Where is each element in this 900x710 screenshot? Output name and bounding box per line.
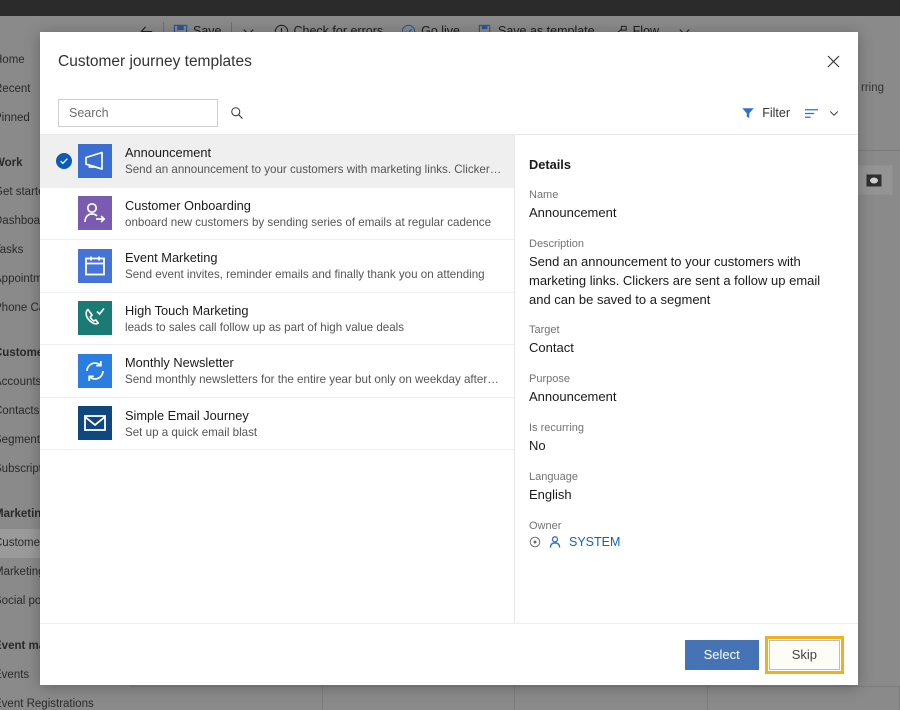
detail-field-label: Language <box>529 470 578 483</box>
detail-field: Language English <box>529 471 832 505</box>
filter-label: Filter <box>762 106 790 120</box>
template-description: leads to sales call follow up as part of… <box>125 320 405 334</box>
customer-journey-templates-dialog: Customer journey templates Filter <box>40 32 858 685</box>
detail-field-label: Is recurring <box>529 422 585 435</box>
sidebar-item-event-registrations[interactable]: Event Registrations <box>0 690 130 710</box>
template-description: Send an announcement to your customers w… <box>125 163 502 177</box>
template-description: onboard new customers by sending series … <box>125 215 492 229</box>
dialog-body: Announcement Send an announcement to your… <box>40 134 858 623</box>
template-list-item[interactable]: Event Marketing Send event invites, remin… <box>40 240 514 293</box>
close-button[interactable] <box>814 42 852 80</box>
template-text: Simple Email Journey Set up a quick email… <box>125 408 514 439</box>
sort-button[interactable] <box>804 107 840 120</box>
detail-field-value: Announcement <box>529 205 617 220</box>
detail-field-label: Description <box>529 237 585 250</box>
detail-field: Target Contact <box>529 324 832 358</box>
template-list-item[interactable]: Monthly Newsletter Send monthly newslette… <box>40 345 514 398</box>
template-description: Send monthly newsletters for the entire … <box>125 373 502 387</box>
owner-value[interactable]: SYSTEM <box>529 535 832 549</box>
select-button[interactable]: Select <box>684 639 759 670</box>
detail-field-value: Send an announcement to your customers w… <box>529 253 821 307</box>
search-icon[interactable] <box>230 106 244 120</box>
dialog-footer: Select Skip <box>40 623 858 685</box>
canvas-tile-icon <box>855 165 893 195</box>
status-cell <box>708 687 900 710</box>
checkmark-circle-icon <box>56 152 72 169</box>
close-icon <box>827 55 839 67</box>
status-cell <box>515 687 708 710</box>
template-list-item[interactable]: Simple Email Journey Set up a quick email… <box>40 398 514 450</box>
template-icon-wrapper <box>78 301 112 336</box>
chevron-down-icon <box>829 111 839 116</box>
owner-name-link[interactable]: SYSTEM <box>569 535 620 549</box>
detail-field-value: Contact <box>529 340 574 356</box>
refresh-cycle-icon <box>78 353 112 388</box>
owner-label: Owner <box>529 519 562 532</box>
template-icon-wrapper <box>78 248 112 283</box>
status-cell <box>323 687 515 710</box>
template-select-checkbox[interactable] <box>50 152 78 169</box>
template-list-item[interactable]: Announcement Send an announcement to your… <box>40 135 514 188</box>
detail-field-value: No <box>529 438 546 454</box>
owner-field: Owner SYSTEM <box>529 520 832 549</box>
detail-field-value: English <box>529 486 572 502</box>
detail-field-label: Target <box>529 324 560 337</box>
template-name: Announcement <box>125 145 212 161</box>
template-description: Send event invites, reminder emails and … <box>125 268 485 282</box>
app-status-bar <box>130 686 900 710</box>
details-heading: Details <box>529 157 571 172</box>
template-name: Simple Email Journey <box>125 407 249 423</box>
details-panel: Details Name Announcement Description Send … <box>515 135 858 623</box>
template-list-item[interactable]: Customer Onboarding onboard new customers… <box>40 188 514 240</box>
template-name: Customer Onboarding <box>125 197 251 213</box>
dialog-title: Customer journey templates <box>58 53 252 70</box>
template-name: Event Marketing <box>125 250 218 266</box>
template-name: Monthly Newsletter <box>125 355 234 371</box>
template-list-item[interactable]: High Touch Marketing leads to sales call … <box>40 293 514 345</box>
phone-check-icon <box>78 301 112 336</box>
status-cell <box>130 687 323 710</box>
template-icon-wrapper <box>78 143 112 178</box>
presence-circle-icon <box>529 536 541 548</box>
background-card-label: rring <box>860 82 884 94</box>
sort-lines-icon <box>805 108 818 118</box>
detail-field-label: Purpose <box>529 373 570 386</box>
template-icon-wrapper <box>78 196 112 231</box>
image-placeholder-icon <box>866 174 882 186</box>
dialog-header: Customer journey templates <box>40 32 858 92</box>
template-description: Set up a quick email blast <box>125 425 258 439</box>
template-icon-wrapper <box>78 406 112 441</box>
template-text: Monthly Newsletter Send monthly newslette… <box>125 355 514 386</box>
detail-field-label: Name <box>529 189 559 201</box>
filter-funnel-icon <box>742 108 754 119</box>
template-text: Customer Onboarding onboard new customers… <box>125 198 514 229</box>
detail-field: Purpose Announcement <box>529 373 832 407</box>
template-text: High Touch Marketing leads to sales call … <box>125 303 514 334</box>
detail-field: Description Send an announcement to your … <box>529 238 832 310</box>
megaphone-icon <box>78 143 112 178</box>
template-name: High Touch Marketing <box>125 302 249 318</box>
detail-field: Is recurring No <box>529 422 832 456</box>
templates-list[interactable]: Announcement Send an announcement to your… <box>40 135 515 623</box>
template-text: Announcement Send an announcement to your… <box>125 145 514 176</box>
calendar-icon <box>78 248 112 283</box>
detail-field: Name Announcement <box>529 189 832 223</box>
panel-section-divider <box>855 150 900 151</box>
envelope-icon <box>78 406 112 441</box>
person-arrow-icon <box>78 196 112 231</box>
search-box[interactable] <box>58 99 243 127</box>
browser-title-strip <box>0 0 900 16</box>
dialog-toolbar: Filter <box>40 92 858 134</box>
dialog-toolbar-actions: Filter <box>741 106 840 120</box>
skip-button[interactable]: Skip <box>764 635 845 674</box>
template-icon-wrapper <box>78 353 112 388</box>
template-text: Event Marketing Send event invites, remin… <box>125 250 514 281</box>
search-input[interactable] <box>69 106 230 120</box>
detail-field-value: Announcement <box>529 389 617 405</box>
filter-button[interactable]: Filter <box>741 106 790 120</box>
person-icon <box>549 535 561 548</box>
